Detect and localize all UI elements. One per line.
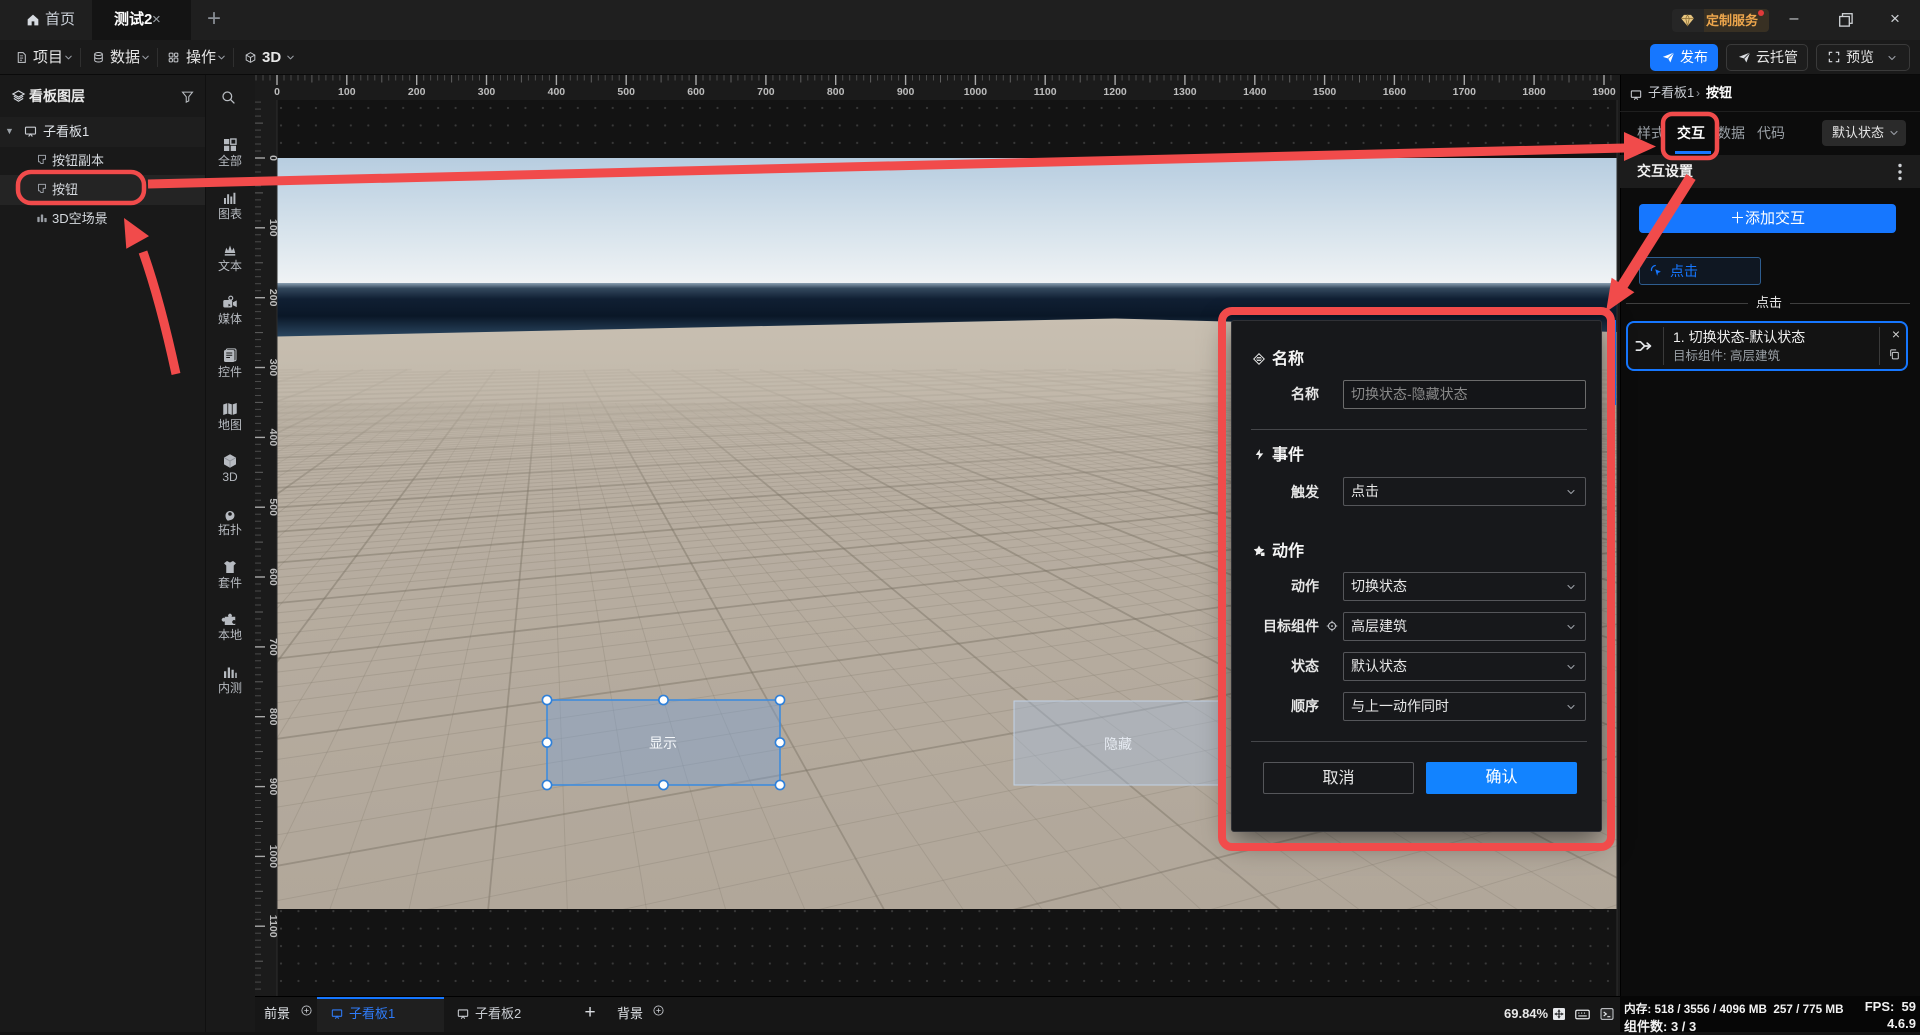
svg-text:700: 700 bbox=[757, 86, 775, 98]
svg-text:100: 100 bbox=[267, 219, 279, 237]
svg-text:300: 300 bbox=[267, 359, 279, 377]
svg-text:500: 500 bbox=[617, 86, 635, 98]
svg-text:300: 300 bbox=[478, 86, 496, 98]
svg-text:900: 900 bbox=[897, 86, 915, 98]
svg-text:1100: 1100 bbox=[267, 915, 279, 938]
svg-text:800: 800 bbox=[267, 708, 279, 726]
svg-text:1700: 1700 bbox=[1453, 86, 1477, 98]
svg-text:1300: 1300 bbox=[1173, 86, 1197, 98]
svg-text:200: 200 bbox=[408, 86, 426, 98]
svg-text:100: 100 bbox=[338, 86, 356, 98]
svg-text:0: 0 bbox=[274, 86, 280, 98]
svg-text:600: 600 bbox=[267, 568, 279, 586]
svg-text:1000: 1000 bbox=[267, 845, 279, 869]
svg-text:1200: 1200 bbox=[1103, 86, 1127, 98]
svg-text:900: 900 bbox=[267, 778, 279, 796]
svg-text:1100: 1100 bbox=[1034, 86, 1057, 98]
svg-text:0: 0 bbox=[267, 155, 279, 161]
svg-text:1500: 1500 bbox=[1313, 86, 1337, 98]
svg-text:1000: 1000 bbox=[964, 86, 988, 98]
svg-text:200: 200 bbox=[267, 289, 279, 307]
svg-text:1600: 1600 bbox=[1383, 86, 1407, 98]
svg-text:1900: 1900 bbox=[1592, 86, 1616, 98]
svg-text:1800: 1800 bbox=[1522, 86, 1546, 98]
svg-text:1400: 1400 bbox=[1243, 86, 1267, 98]
svg-text:400: 400 bbox=[267, 429, 279, 447]
svg-text:700: 700 bbox=[267, 638, 279, 656]
svg-text:800: 800 bbox=[827, 86, 845, 98]
svg-text:500: 500 bbox=[267, 498, 279, 516]
svg-text:隐藏: 隐藏 bbox=[1104, 736, 1132, 752]
svg-text:600: 600 bbox=[687, 86, 705, 98]
svg-text:400: 400 bbox=[548, 86, 566, 98]
svg-text:显示: 显示 bbox=[649, 735, 677, 751]
